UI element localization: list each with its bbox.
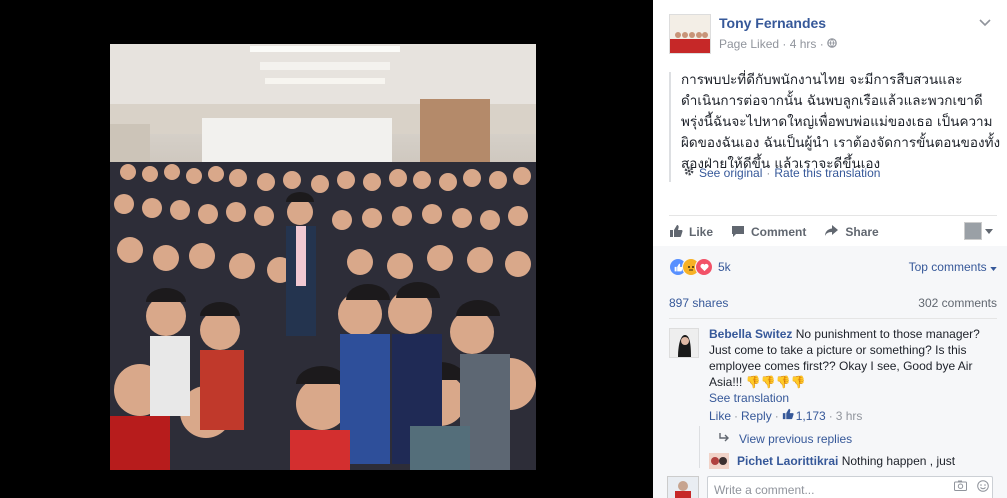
reactions-summary[interactable]: 5k: [669, 258, 731, 276]
commenter-avatar[interactable]: [669, 328, 699, 358]
comment-time[interactable]: 3 hrs: [836, 408, 863, 424]
gear-icon[interactable]: [683, 165, 695, 180]
post-as-selector[interactable]: [964, 222, 993, 240]
page-liked-status[interactable]: Page Liked: [719, 37, 779, 51]
thumbs-up-icon: [782, 408, 794, 424]
comment-body: Bebella Switez No punishment to those ma…: [709, 326, 985, 424]
top-comments-label: Top comments: [908, 260, 987, 274]
write-comment-input[interactable]: Write a comment...: [707, 476, 993, 498]
rate-translation-link[interactable]: Rate this translation: [774, 166, 880, 180]
like-button[interactable]: Like: [669, 224, 713, 241]
post-photo[interactable]: [110, 44, 536, 470]
post-meta: Page Liked · 4 hrs ·: [719, 37, 837, 51]
reply-thread-line: [699, 426, 700, 468]
post-options-chevron-icon[interactable]: [979, 14, 991, 30]
shares-count-link[interactable]: 897 shares: [669, 296, 728, 310]
comment-button[interactable]: Comment: [731, 224, 806, 241]
photo-viewer-stage: [0, 0, 653, 498]
comment-reply-link[interactable]: Reply: [741, 408, 772, 424]
share-button[interactable]: Share: [824, 224, 879, 240]
actions-top-divider: [669, 215, 997, 216]
share-arrow-icon: [824, 224, 839, 240]
comments-count[interactable]: 302 comments: [918, 296, 997, 310]
translation-quote-bar: [669, 72, 671, 182]
love-reaction-icon: [695, 258, 713, 276]
comment-like-count[interactable]: 1,173: [782, 408, 826, 424]
viewer-avatar: [964, 222, 982, 240]
comment-like-number: 1,173: [795, 409, 826, 423]
separator-dot: ·: [828, 409, 833, 423]
page-avatar[interactable]: [669, 14, 711, 54]
view-previous-replies-label: View previous replies: [739, 432, 853, 446]
caret-down-icon: [990, 260, 997, 274]
separator-dot: ·: [774, 409, 779, 423]
post-side-panel: Tony Fernandes Page Liked · 4 hrs · การพ…: [653, 0, 1007, 498]
see-original-link[interactable]: See original: [699, 166, 762, 180]
reaction-count[interactable]: 5k: [718, 260, 731, 274]
reply-text-line: Pichet Laorittikrai Nothing happen , jus…: [737, 454, 955, 468]
comment-actions: Like · Reply · 1,173 · 3 hrs: [709, 408, 985, 424]
separator-dot: ·: [766, 165, 771, 180]
meta-dot: ·: [782, 37, 787, 51]
view-previous-replies-link[interactable]: View previous replies: [719, 432, 852, 446]
caret-down-icon: [985, 226, 993, 236]
translation-controls: See original · Rate this translation: [683, 165, 880, 180]
reply-arrow-icon: [719, 432, 731, 446]
globe-icon: [827, 37, 837, 51]
composer-avatar: [667, 476, 699, 498]
post-actions-bar: Like Comment Share: [669, 220, 997, 244]
see-translation-link[interactable]: See translation: [709, 390, 985, 406]
emoji-icon[interactable]: [977, 480, 989, 495]
reply-text: Nothing happen , just: [841, 454, 956, 468]
comments-divider: [669, 318, 997, 319]
comments-section: 5k Top comments 897 shares 302 comments …: [653, 246, 1007, 498]
reply-avatar[interactable]: [709, 453, 729, 469]
comment-bubble-icon: [731, 224, 745, 241]
camera-icon[interactable]: [954, 480, 967, 494]
share-label: Share: [845, 225, 879, 239]
like-label: Like: [689, 225, 714, 239]
comment-like-link[interactable]: Like: [709, 408, 731, 424]
page-avatar-image: [670, 15, 710, 53]
page-name-link[interactable]: Tony Fernandes: [719, 15, 826, 31]
post-translated-text: การพบปะที่ดีกับพนักงานไทย จะมีการสืบสวนแ…: [681, 72, 1001, 172]
comment-composer: Write a comment...: [667, 476, 1007, 498]
comment-label: Comment: [751, 225, 807, 239]
meta-dot: ·: [819, 37, 824, 51]
post-time[interactable]: 4 hrs: [790, 37, 817, 51]
top-comments-dropdown[interactable]: Top comments: [909, 260, 997, 274]
separator-dot: ·: [734, 409, 739, 423]
reply-author-link[interactable]: Pichet Laorittikrai: [737, 454, 838, 468]
thumbs-up-icon: [669, 224, 683, 241]
group-photo-illustration: [110, 44, 536, 470]
commenter-name-link[interactable]: Bebella Switez: [709, 327, 792, 341]
